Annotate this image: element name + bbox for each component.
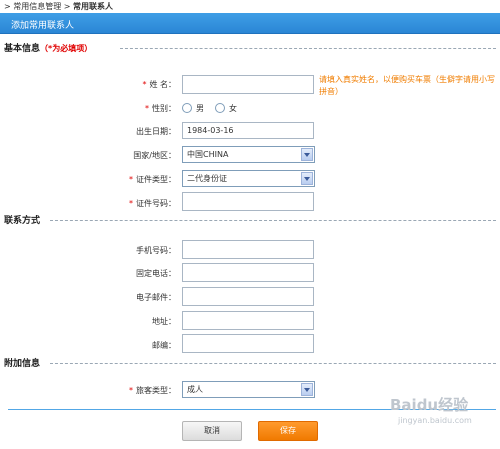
- chevron-down-icon[interactable]: [301, 148, 313, 161]
- chevron-down-icon[interactable]: [301, 383, 313, 396]
- id-type-value: 二代身份证: [187, 174, 227, 183]
- watermark-logo: Baidu经验: [390, 396, 469, 414]
- gender-label: * 性别：: [145, 104, 176, 113]
- passenger-type-label: * 旅客类型：: [129, 386, 176, 395]
- mobile-label: 手机号码：: [136, 246, 176, 255]
- gender-male-radio[interactable]: [182, 103, 192, 113]
- section-divider: [120, 48, 496, 49]
- gender-female-label: 女: [229, 104, 237, 113]
- breadcrumb: > 常用信息管理 > 常用联系人: [4, 2, 114, 11]
- email-label: 电子邮件：: [136, 293, 176, 302]
- id-type-label: * 证件类型：: [129, 175, 176, 184]
- id-type-select[interactable]: 二代身份证: [182, 170, 315, 187]
- address-input[interactable]: [182, 311, 314, 330]
- section-extra-title: 附加信息: [4, 359, 41, 369]
- section-contact-title: 联系方式: [4, 216, 41, 226]
- section-divider: [50, 220, 496, 221]
- section-basic-title: 基本信息: [4, 44, 41, 54]
- country-value: 中国CHINA: [187, 150, 229, 159]
- phone-input[interactable]: [182, 263, 314, 282]
- gender-male-label: 男: [196, 104, 204, 113]
- id-number-label: * 证件号码：: [129, 199, 176, 208]
- form-header: 添加常用联系人: [0, 13, 500, 34]
- phone-label: 固定电话：: [136, 269, 176, 278]
- name-label: * 姓 名：: [142, 80, 176, 89]
- country-select[interactable]: 中国CHINA: [182, 146, 315, 163]
- zip-label: 邮编：: [152, 341, 176, 350]
- save-button[interactable]: 保存: [258, 421, 318, 441]
- passenger-type-value: 成人: [187, 385, 203, 394]
- name-input[interactable]: [182, 75, 314, 94]
- passenger-type-select[interactable]: 成人: [182, 381, 315, 398]
- required-note: （*为必填项）: [40, 44, 93, 53]
- name-hint: 请填入真实姓名，以便购买车票（生僻字请用小写拼音）: [319, 75, 495, 96]
- gender-female-radio[interactable]: [215, 103, 225, 113]
- email-input[interactable]: [182, 287, 314, 306]
- birth-label: 出生日期：: [136, 127, 176, 136]
- page-title: 添加常用联系人: [11, 21, 75, 31]
- id-number-input[interactable]: [182, 192, 314, 211]
- cancel-button[interactable]: 取消: [182, 421, 242, 441]
- section-divider: [50, 363, 496, 364]
- country-label: 国家/地区：: [133, 151, 176, 160]
- breadcrumb-parent[interactable]: 常用信息管理: [13, 2, 61, 11]
- birth-date-input[interactable]: 1984-03-16: [182, 122, 314, 139]
- breadcrumb-current: 常用联系人: [73, 2, 114, 11]
- chevron-down-icon[interactable]: [301, 172, 313, 185]
- zip-input[interactable]: [182, 334, 314, 353]
- mobile-input[interactable]: [182, 240, 314, 259]
- address-label: 地址：: [152, 317, 176, 326]
- watermark-url: jingyan.baidu.com: [398, 416, 472, 425]
- section-basic-info: 基本信息（*为必填项）: [4, 41, 92, 54]
